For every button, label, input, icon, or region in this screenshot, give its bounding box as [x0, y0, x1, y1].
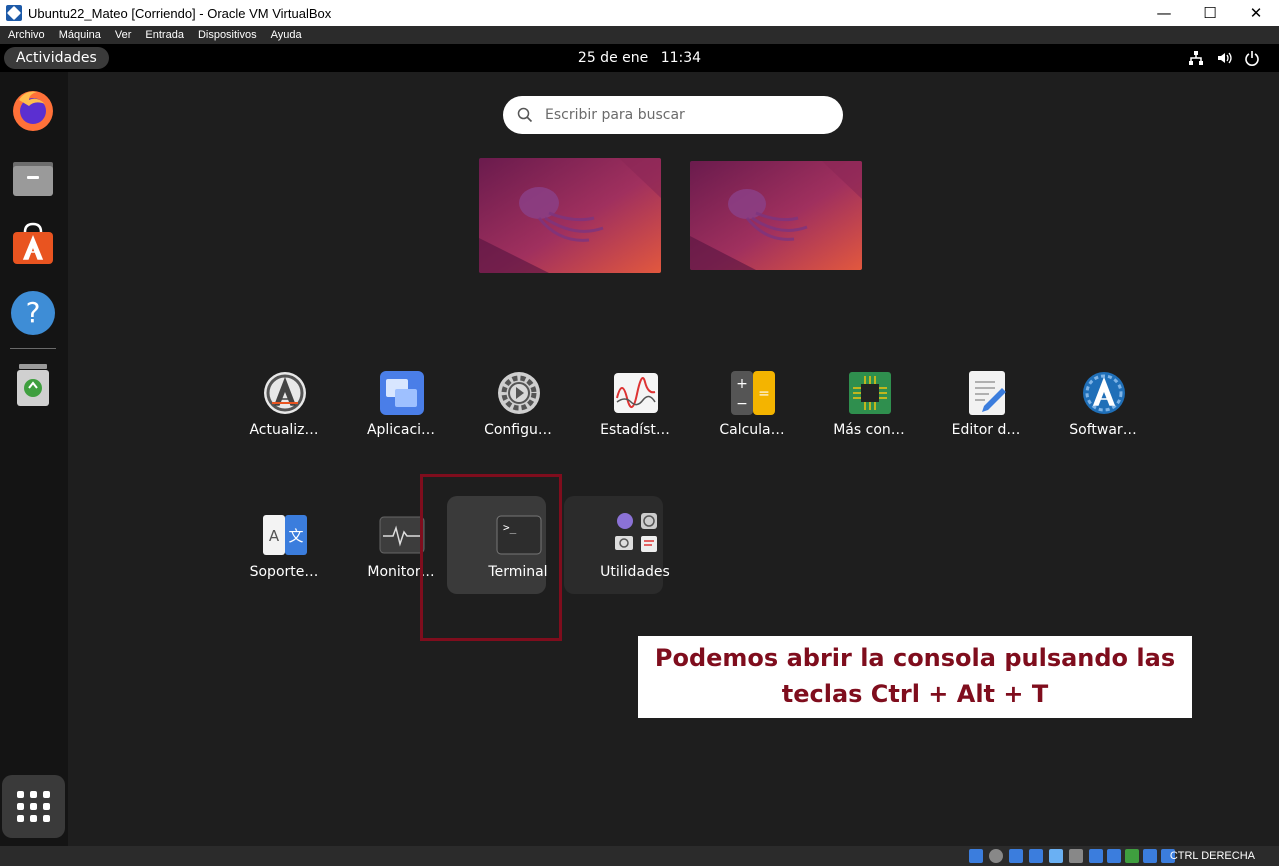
- app-label: Editor d…: [951, 422, 1021, 438]
- vbox-statusbar: CTRL DERECHA: [0, 846, 1279, 866]
- network-adapter-icon[interactable]: [1029, 849, 1043, 863]
- optical-drive-icon[interactable]: [989, 849, 1003, 863]
- window-titlebar: Ubuntu22_Mateo [Corriendo] - Oracle VM V…: [0, 0, 1279, 26]
- app-label: Aplicaci…: [366, 422, 436, 438]
- menu-dispositivos[interactable]: Dispositivos: [190, 29, 263, 41]
- additional-drivers-icon: [849, 372, 891, 414]
- clock[interactable]: 25 de ene 11:34: [0, 44, 1279, 72]
- text-editor-icon: [969, 371, 1006, 415]
- app-settings[interactable]: Configu…: [468, 370, 568, 470]
- help-icon[interactable]: ?: [9, 289, 57, 337]
- dock: ?: [0, 72, 68, 846]
- show-applications-button[interactable]: [2, 775, 65, 838]
- app-label: Calcula…: [719, 422, 785, 438]
- svg-text:+: +: [736, 376, 748, 392]
- shared-folders-icon[interactable]: [1069, 849, 1083, 863]
- grid-dot: [43, 791, 50, 798]
- settings-gear-icon: [498, 372, 540, 414]
- svg-text:A: A: [269, 527, 280, 545]
- minimize-button[interactable]: —: [1141, 0, 1187, 26]
- clock-time: 11:34: [660, 50, 702, 66]
- software-properties-icon: [1083, 372, 1125, 414]
- annotation-line-2: teclas Ctrl + Alt + T: [781, 680, 1049, 708]
- app-software-properties[interactable]: Softwar…: [1053, 370, 1153, 470]
- grid-dot: [30, 791, 37, 798]
- app-label: Softwar…: [1069, 422, 1137, 438]
- grid-dot: [30, 803, 37, 810]
- maximize-button[interactable]: ☐: [1187, 0, 1233, 26]
- search-icon: [517, 107, 533, 123]
- software-updater-icon: [264, 372, 306, 414]
- grid-dot: [17, 791, 24, 798]
- ubuntu-software-icon[interactable]: [9, 220, 57, 268]
- host-key-label: CTRL DERECHA: [1169, 850, 1255, 862]
- power-stats-icon: [614, 373, 658, 413]
- menu-maquina[interactable]: Máquina: [51, 29, 107, 41]
- app-label: Soporte…: [249, 564, 319, 580]
- app-text-editor[interactable]: Editor d…: [936, 370, 1036, 470]
- app-utilities-folder[interactable]: Utilidades: [585, 512, 685, 612]
- grid-dot: [43, 815, 50, 822]
- grid-dot: [43, 803, 50, 810]
- app-language-support[interactable]: A文 Soporte…: [234, 512, 334, 612]
- grid-dot: [17, 803, 24, 810]
- close-button[interactable]: ✕: [1233, 0, 1279, 26]
- app-label: Más con…: [833, 422, 905, 438]
- mouse-integration-icon[interactable]: [1143, 849, 1157, 863]
- terminal-highlight-box: [420, 474, 562, 641]
- calculator-icon: + −=: [731, 371, 775, 415]
- display-icon[interactable]: [1089, 849, 1103, 863]
- system-monitor-icon: [379, 516, 425, 554]
- app-startup-applications[interactable]: Aplicaci…: [351, 370, 451, 470]
- app-calculator[interactable]: + − = Calcula…: [702, 370, 802, 470]
- workspace-thumbnail-1[interactable]: [479, 158, 661, 273]
- svg-text:?: ?: [26, 296, 41, 329]
- menu-entrada[interactable]: Entrada: [137, 29, 190, 41]
- cpu-activity-icon[interactable]: [1125, 849, 1139, 863]
- menu-archivo[interactable]: Archivo: [0, 29, 51, 41]
- power-icon[interactable]: [1244, 50, 1260, 66]
- workspace-thumbnail-2[interactable]: [690, 161, 862, 270]
- activities-overview: Escribir para buscar Actualiz… Aplicaci……: [68, 72, 1279, 846]
- app-additional-drivers[interactable]: Más con…: [819, 370, 919, 470]
- window-title: Ubuntu22_Mateo [Corriendo] - Oracle VM V…: [28, 5, 332, 21]
- app-label: Actualiz…: [249, 422, 319, 438]
- usb-icon[interactable]: [1049, 849, 1063, 863]
- menu-ayuda[interactable]: Ayuda: [263, 29, 308, 41]
- app-label: Estadíst…: [600, 422, 670, 438]
- search-placeholder: Escribir para buscar: [545, 107, 685, 123]
- recording-icon[interactable]: [1107, 849, 1121, 863]
- app-label: Utilidades: [600, 564, 670, 580]
- audio-icon[interactable]: [1009, 849, 1023, 863]
- gnome-topbar: Actividades 25 de ene 11:34: [0, 44, 1279, 72]
- language-support-icon: A文: [263, 515, 307, 555]
- grid-dot: [17, 815, 24, 822]
- annotation-line-1: Podemos abrir la consola pulsando las: [654, 644, 1176, 672]
- hard-disk-icon[interactable]: [969, 849, 983, 863]
- search-input[interactable]: Escribir para buscar: [503, 96, 843, 134]
- network-icon[interactable]: [1188, 50, 1204, 66]
- startup-apps-icon: [380, 371, 424, 415]
- menu-ver[interactable]: Ver: [107, 29, 138, 41]
- svg-text:=: =: [758, 386, 770, 402]
- annotation-box: Podemos abrir la consola pulsando las te…: [638, 636, 1192, 718]
- virtualbox-logo-icon: [6, 5, 22, 21]
- files-icon[interactable]: [9, 154, 57, 202]
- utilities-folder-icon: [615, 513, 657, 552]
- svg-text:文: 文: [288, 527, 303, 545]
- trash-icon[interactable]: [9, 360, 57, 408]
- clock-date: 25 de ene: [577, 50, 649, 66]
- app-software-updater[interactable]: Actualiz…: [234, 370, 334, 470]
- firefox-icon[interactable]: [9, 86, 57, 134]
- svg-text:−: −: [736, 396, 748, 412]
- dock-separator: [10, 348, 56, 349]
- volume-icon[interactable]: [1216, 50, 1232, 66]
- grid-dot: [30, 815, 37, 822]
- app-power-statistics[interactable]: Estadíst…: [585, 370, 685, 470]
- vbox-menubar: Archivo Máquina Ver Entrada Dispositivos…: [0, 26, 1279, 44]
- app-label: Configu…: [484, 422, 552, 438]
